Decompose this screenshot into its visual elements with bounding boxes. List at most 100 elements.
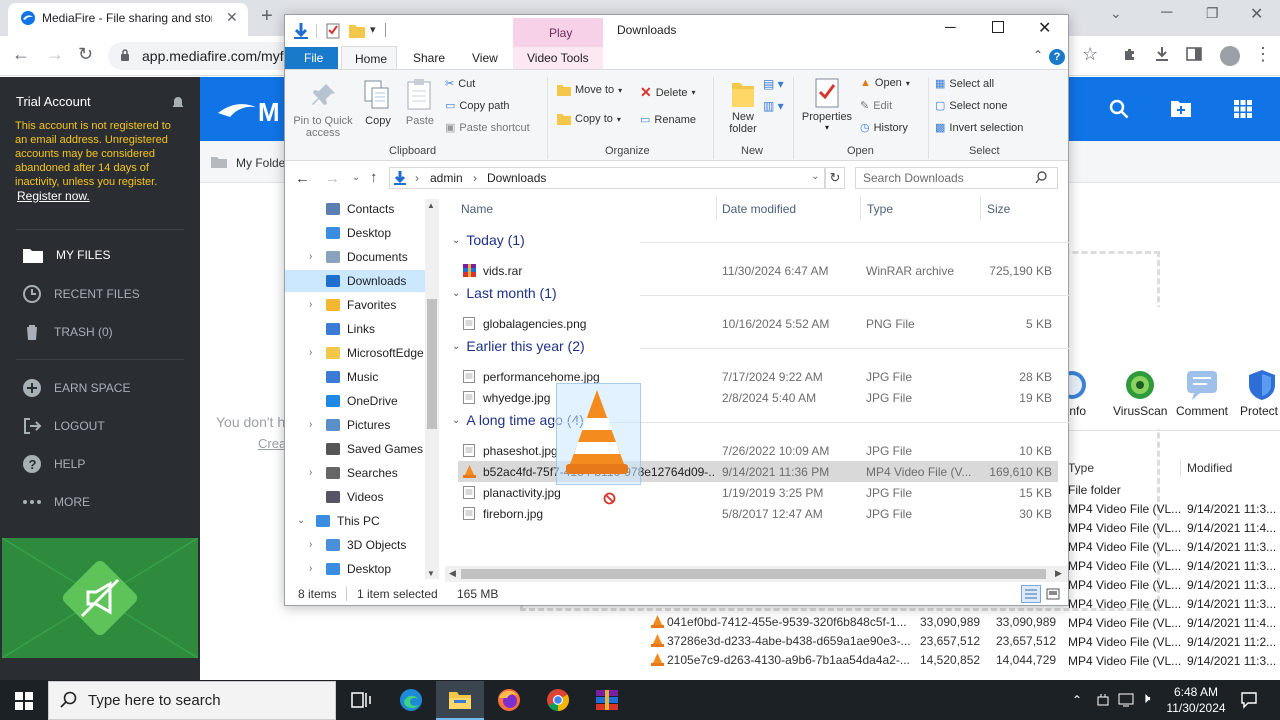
sidebar-item-my-files[interactable]: MY FILES <box>22 246 110 264</box>
column-type[interactable]: Type <box>867 202 893 216</box>
nav-item-3d-objects[interactable]: 3D Objects <box>325 538 406 552</box>
side-panel-icon[interactable] <box>1186 46 1202 62</box>
comment-tool[interactable]: Comment <box>1176 369 1228 418</box>
mediafire-logo[interactable]: M <box>216 95 286 125</box>
tray-usb-icon[interactable] <box>1095 692 1111 708</box>
nav-item-pictures[interactable]: Pictures <box>325 418 390 432</box>
notification-bell-icon[interactable] <box>172 96 184 109</box>
edge-taskbar-icon[interactable] <box>399 688 423 712</box>
file-row[interactable]: performancehome.jpg 7/17/2024 9:22 AM JPG … <box>458 366 1058 387</box>
chrome-menu-icon[interactable]: ⋮ <box>1254 44 1272 65</box>
recent-locations-icon[interactable]: ⌄ <box>352 172 360 183</box>
play-tab-label[interactable]: Play <box>549 26 572 40</box>
new-tab-button[interactable]: + <box>261 5 273 28</box>
copy-to-button[interactable]: Copy to ▾ <box>557 113 621 125</box>
protect-tool[interactable]: Protect <box>1240 369 1278 418</box>
file-row[interactable]: phaseshot.jpg 7/26/2022 10:09 AM JPG File 1… <box>458 440 1058 461</box>
sidebar-item-earn-space[interactable]: EARN SPACE <box>22 378 130 398</box>
profile-avatar[interactable] <box>1220 46 1240 66</box>
grid-view-icon[interactable] <box>1234 100 1252 118</box>
sidebar-item-trash[interactable]: TRASH (0) <box>22 322 113 342</box>
tab-close-icon[interactable]: ✕ <box>226 9 238 26</box>
create-link[interactable]: Crea <box>258 436 286 451</box>
notifications-icon[interactable] <box>1240 691 1258 709</box>
nav-item-links[interactable]: Links <box>325 322 375 336</box>
site-info-icon[interactable] <box>118 48 132 62</box>
open-button[interactable]: ▲ Open ▾ <box>860 77 910 89</box>
minimize-icon[interactable]: ─ <box>945 19 956 36</box>
nav-item-microsoftedge[interactable]: MicrosoftEdge <box>325 346 424 360</box>
table-row[interactable]: MP4 Video File (VL... 9/14/2021 11:3... <box>1068 575 1280 594</box>
nav-item-onedrive[interactable]: OneDrive <box>325 394 398 408</box>
nav-item-contacts[interactable]: Contacts <box>325 202 394 216</box>
pin-quick-access-button[interactable]: Pin to Quick access <box>293 81 353 139</box>
clock[interactable]: 6:48 AM 11/30/2024 <box>1166 684 1226 716</box>
column-type[interactable]: Type <box>1068 461 1094 475</box>
table-row[interactable]: MP4 Video File (VL... 9/14/2021 11:3... <box>1068 537 1280 556</box>
file-row[interactable]: fireborn.jpg 5/8/2017 12:47 AM JPG File 30 … <box>458 503 1058 524</box>
qat-dropdown-icon[interactable]: ▾ <box>370 23 376 36</box>
column-size[interactable]: Size <box>987 202 1010 216</box>
group-header[interactable]: ⌄ Last month (1) <box>452 285 557 301</box>
nav-item-documents[interactable]: Documents <box>325 250 408 264</box>
extensions-icon[interactable] <box>1122 46 1138 62</box>
sidebar-item-help[interactable]: ? HELP <box>22 454 85 474</box>
maximize-icon[interactable] <box>992 21 1004 33</box>
new-folder-qat-icon[interactable] <box>349 24 365 38</box>
invert-selection-button[interactable]: ▩ Invert selection <box>935 121 1023 135</box>
address-dropdown-icon[interactable]: ⌄ <box>811 171 819 182</box>
sidebar-item-logout[interactable]: LOGOUT <box>22 416 105 436</box>
back-button[interactable]: ← <box>295 170 310 187</box>
forward-button[interactable]: → <box>325 170 340 187</box>
path-segment-admin[interactable]: admin <box>430 171 463 185</box>
table-row[interactable]: MP4 Video File (VL... 9/14/2021 11:3... <box>1068 651 1280 670</box>
task-view-icon[interactable] <box>351 691 371 709</box>
background-file-row[interactable]: 041ef0bd-7412-455e-9539-320f6b848c5f-1..… <box>650 612 1060 631</box>
horizontal-scrollbar[interactable]: ◀ ▶ <box>445 566 1068 582</box>
help-icon[interactable]: ? <box>1049 49 1065 65</box>
sidebar-item-recent-files[interactable]: RECENT FILES <box>22 284 140 304</box>
path-segment-downloads[interactable]: Downloads <box>487 171 546 185</box>
table-row[interactable]: MP4 Video File (VL... 9/14/2021 11:4... <box>1068 518 1280 537</box>
copy-path-button[interactable]: ▭ Copy path <box>445 99 510 113</box>
minimize-window-icon[interactable]: ─ <box>1161 4 1172 22</box>
expand-chevron-icon[interactable]: ⌄ <box>297 515 305 526</box>
refresh-icon[interactable]: ↻ <box>825 167 845 189</box>
search-icon[interactable] <box>1109 99 1129 119</box>
select-none-button[interactable]: ▢ Select none <box>935 99 1008 113</box>
windows-start-icon[interactable] <box>15 692 33 710</box>
paste-shortcut-button[interactable]: ▣ Paste shortcut <box>445 121 530 135</box>
chrome-taskbar-icon[interactable] <box>546 688 570 712</box>
restore-window-icon[interactable]: ❐ <box>1206 5 1219 22</box>
firefox-taskbar-icon[interactable] <box>497 688 521 712</box>
table-row[interactable]: File folder <box>1068 480 1280 499</box>
tab-view[interactable]: View <box>472 51 498 65</box>
column-date[interactable]: Date modified <box>722 202 796 216</box>
nav-item-desktop[interactable]: Desktop <box>325 562 391 576</box>
details-view-icon[interactable] <box>1021 585 1041 603</box>
winrar-taskbar-icon[interactable] <box>594 687 620 713</box>
table-row[interactable]: MP4 Video File (VL... 9/14/2021 11:3... <box>1068 594 1280 613</box>
bookmark-star-icon[interactable]: ☆ <box>1082 44 1098 65</box>
tab-file[interactable]: File <box>285 47 338 69</box>
nav-item-favorites[interactable]: Favorites <box>325 298 396 312</box>
column-name[interactable]: Name <box>461 202 493 216</box>
tab-search-icon[interactable]: ⌄ <box>1110 5 1122 22</box>
history-button[interactable]: ◷ History <box>860 121 908 135</box>
file-row[interactable]: globalagencies.png 10/16/2024 5:52 AM PNG … <box>458 313 1058 334</box>
easy-access-icon[interactable]: ▥ ▾ <box>763 99 784 113</box>
promo-banner[interactable] <box>2 538 198 658</box>
close-window-icon[interactable]: ✕ <box>1250 4 1263 24</box>
new-folder-button[interactable]: New folder <box>721 77 765 135</box>
expand-chevron-icon[interactable]: › <box>309 347 312 358</box>
back-arrow-icon[interactable]: ← <box>12 44 30 65</box>
select-all-button[interactable]: ▦ Select all <box>935 77 994 91</box>
new-item-icon[interactable]: ▤ ▾ <box>763 77 784 91</box>
virusscan-tool[interactable]: VirusScan <box>1113 369 1167 418</box>
file-row[interactable]: vids.rar 11/30/2024 6:47 AM WinRAR archive… <box>458 260 1058 281</box>
downloads-icon[interactable] <box>1153 45 1171 63</box>
background-file-row[interactable]: 2105e7c9-d263-4130-a9b6-7b1aa54da4a2-...… <box>650 650 1060 669</box>
file-row[interactable]: whyedge.jpg 2/8/2024 5:40 AM JPG File 19 KB <box>458 387 1058 408</box>
expand-chevron-icon[interactable]: › <box>309 419 312 430</box>
properties-button[interactable]: Properties ▾ <box>799 77 855 132</box>
